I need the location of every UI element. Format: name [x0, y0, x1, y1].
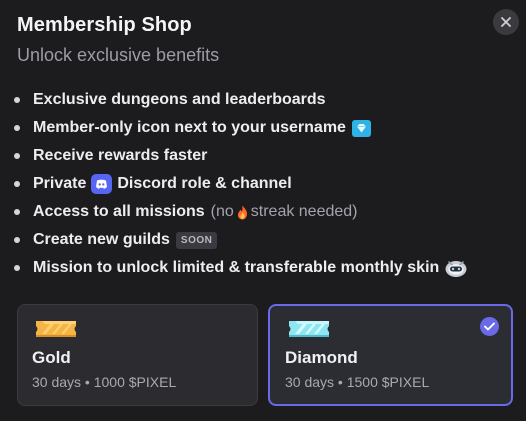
skin-pet-icon	[444, 258, 468, 278]
bullet-icon	[14, 125, 20, 131]
plan-card-diamond[interactable]: Diamond 30 days • 1500 $PIXEL	[268, 304, 513, 406]
close-icon	[501, 17, 511, 27]
plan-name: Gold	[32, 348, 71, 367]
bullet-icon	[14, 153, 20, 159]
benefit-item: Receive rewards faster	[14, 142, 473, 170]
soon-badge: SOON	[175, 231, 218, 249]
bullet-icon	[14, 181, 20, 187]
membership-shop-modal: Membership Shop Unlock exclusive benefit…	[0, 0, 526, 421]
plan-card-gold[interactable]: Gold 30 days • 1000 $PIXEL	[17, 304, 258, 406]
gold-ticket-icon	[32, 318, 80, 345]
benefit-note: (no streak needed)	[210, 203, 358, 220]
modal-subtitle: Unlock exclusive benefits	[17, 45, 220, 65]
plan-detail: 30 days • 1500 $PIXEL	[285, 374, 430, 390]
close-button[interactable]	[493, 9, 519, 35]
fire-icon	[237, 205, 248, 220]
benefit-item: Member-only icon next to your username	[14, 114, 473, 142]
diamond-ticket-icon	[285, 318, 333, 345]
bullet-icon	[14, 265, 20, 271]
bullet-icon	[14, 97, 20, 103]
benefit-item: Exclusive dungeons and leaderboards	[14, 86, 473, 114]
benefit-item: Private Discord role & channel	[14, 170, 473, 198]
bullet-icon	[14, 209, 20, 215]
plan-name: Diamond	[285, 348, 358, 367]
plan-detail: 30 days • 1000 $PIXEL	[32, 374, 177, 390]
selected-check-icon	[480, 317, 499, 336]
diamond-badge-icon	[351, 119, 372, 138]
benefits-list: Exclusive dungeons and leaderboards Memb…	[14, 86, 473, 282]
benefit-item: Create new guilds SOON	[14, 226, 473, 254]
benefit-item: Access to all missions (no streak needed…	[14, 198, 473, 226]
bullet-icon	[14, 237, 20, 243]
benefit-item: Mission to unlock limited & transferable…	[14, 254, 473, 282]
modal-title: Membership Shop	[17, 14, 192, 36]
discord-icon	[91, 174, 113, 194]
